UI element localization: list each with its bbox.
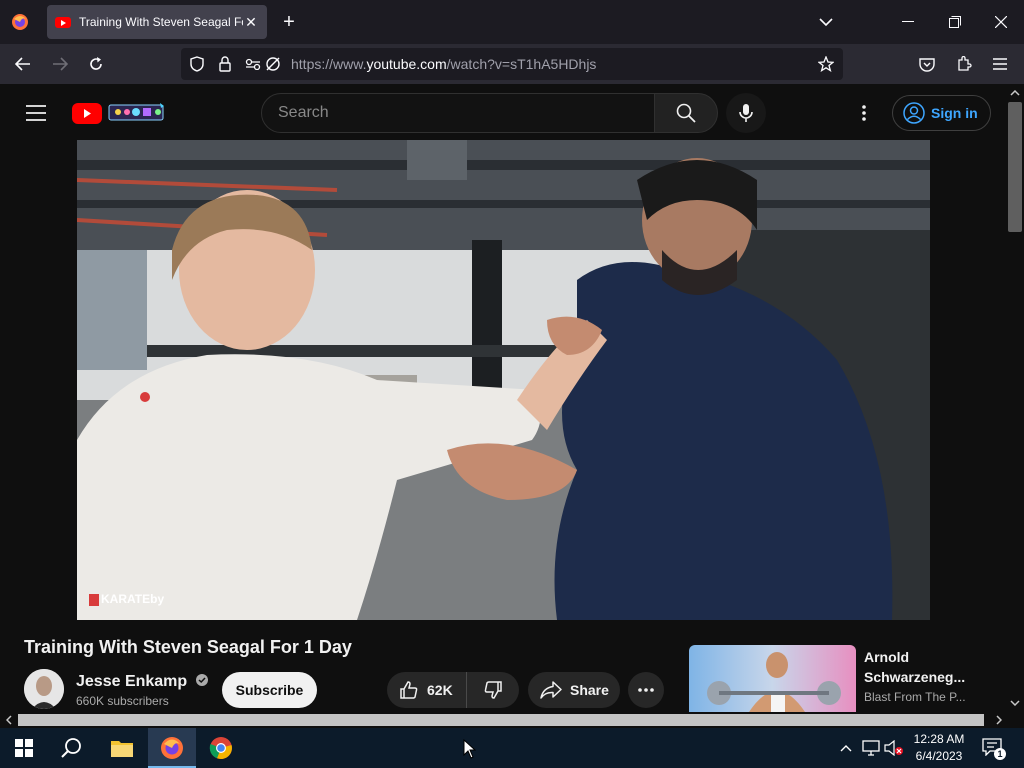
url-text[interactable]: https://www.youtube.com/watch?v=sT1hA5HD…	[291, 56, 596, 72]
voice-search-button[interactable]	[726, 93, 766, 133]
scroll-right-arrow-icon[interactable]	[992, 713, 1006, 727]
recommended-video-thumbnail[interactable]	[689, 645, 856, 712]
lock-icon[interactable]	[216, 55, 234, 73]
video-watermark: KARATEby	[101, 592, 165, 606]
youtube-logo-icon[interactable]	[72, 103, 102, 124]
url-prefix: https://www.	[291, 56, 367, 72]
clock-time: 12:28 AM	[913, 732, 965, 746]
extensions-icon[interactable]	[955, 55, 973, 73]
volume-muted-icon[interactable]	[884, 740, 904, 756]
firefox-icon	[161, 737, 183, 759]
subscriber-count: 660K subscribers	[76, 694, 169, 708]
sign-in-button[interactable]: Sign in	[892, 95, 991, 131]
tab-title: Training With Steven Seagal For 1 Day	[79, 15, 243, 29]
app-menu-icon[interactable]	[991, 55, 1009, 73]
action-center-icon[interactable]: 1	[982, 738, 1006, 760]
system-clock[interactable]: 12:28 AM 6/4/2023	[908, 731, 970, 765]
sign-in-label: Sign in	[931, 105, 978, 121]
scroll-up-arrow-icon[interactable]	[1008, 86, 1022, 100]
more-actions-button[interactable]	[628, 672, 664, 708]
restore-icon[interactable]	[945, 12, 965, 32]
microphone-icon	[739, 104, 753, 122]
url-domain: youtube.com	[366, 56, 447, 72]
subscribe-button[interactable]: Subscribe	[222, 672, 317, 708]
recommended-video-channel: Blast From The P...	[864, 690, 966, 704]
back-icon[interactable]	[13, 54, 33, 74]
like-count: 62K	[427, 682, 453, 698]
network-icon[interactable]	[862, 740, 880, 756]
notification-badge: 1	[994, 748, 1006, 760]
list-all-tabs-icon[interactable]	[816, 12, 836, 32]
clock-date: 6/4/2023	[915, 749, 963, 763]
taskbar-search-icon[interactable]	[60, 736, 84, 760]
verified-badge-icon	[195, 674, 208, 686]
like-dislike-group: 62K	[387, 672, 519, 708]
forward-icon[interactable]	[50, 54, 70, 74]
url-path: /watch?v=sT1hA5HDhjs	[446, 56, 597, 72]
dislike-button[interactable]	[467, 672, 519, 708]
minimize-icon[interactable]	[898, 12, 918, 32]
browser-tab-active[interactable]: Training With Steven Seagal For 1 Day ✕	[47, 5, 267, 39]
close-window-icon[interactable]	[991, 12, 1011, 32]
scroll-left-arrow-icon[interactable]	[2, 713, 16, 727]
permissions-icon[interactable]	[244, 55, 262, 73]
account-icon	[903, 102, 925, 124]
video-frame	[77, 140, 930, 620]
channel-name[interactable]: Jesse Enkamp	[76, 673, 209, 691]
show-hidden-icons-chevron-icon[interactable]	[838, 740, 854, 756]
pocket-icon[interactable]	[918, 55, 936, 73]
thumbs-down-icon	[484, 681, 502, 699]
tab-close-icon[interactable]: ✕	[243, 14, 259, 31]
bookmark-star-icon[interactable]	[817, 55, 835, 73]
taskbar-firefox-button[interactable]	[148, 728, 196, 768]
youtube-doodle-logo[interactable]	[108, 101, 166, 123]
search-input[interactable]: Search	[261, 93, 655, 133]
recommended-video-title[interactable]: Arnold Schwarzeneg...	[864, 647, 994, 687]
share-label: Share	[570, 682, 609, 698]
youtube-favicon-icon	[55, 16, 71, 28]
channel-name-text: Jesse Enkamp	[76, 673, 188, 690]
video-title: Training With Steven Seagal For 1 Day	[24, 637, 352, 657]
tracking-protection-shield-icon[interactable]	[188, 55, 206, 73]
mouse-cursor-icon	[463, 738, 477, 759]
like-button[interactable]: 62K	[387, 672, 467, 708]
chrome-icon[interactable]	[209, 736, 233, 760]
file-explorer-icon[interactable]	[110, 737, 134, 759]
autoplay-blocked-icon[interactable]	[264, 55, 282, 73]
channel-avatar[interactable]	[24, 669, 64, 709]
firefox-menu-icon[interactable]	[10, 12, 30, 32]
settings-more-icon[interactable]	[854, 103, 874, 123]
reload-icon[interactable]	[86, 54, 106, 74]
video-player[interactable]: KARATEby	[77, 140, 930, 620]
windows-start-icon[interactable]	[14, 738, 34, 758]
thumbs-up-icon	[400, 681, 418, 699]
search-icon	[676, 103, 696, 123]
scroll-down-arrow-icon[interactable]	[1008, 696, 1022, 710]
search-placeholder: Search	[278, 104, 329, 121]
share-arrow-icon	[540, 681, 562, 699]
horizontal-scrollbar-thumb[interactable]	[18, 714, 984, 726]
vertical-scrollbar-thumb[interactable]	[1008, 102, 1022, 232]
search-button[interactable]	[654, 93, 718, 133]
guide-menu-icon[interactable]	[24, 102, 48, 124]
more-horizontal-icon	[638, 688, 654, 692]
new-tab-icon[interactable]: +	[279, 11, 299, 33]
share-button[interactable]: Share	[528, 672, 620, 708]
